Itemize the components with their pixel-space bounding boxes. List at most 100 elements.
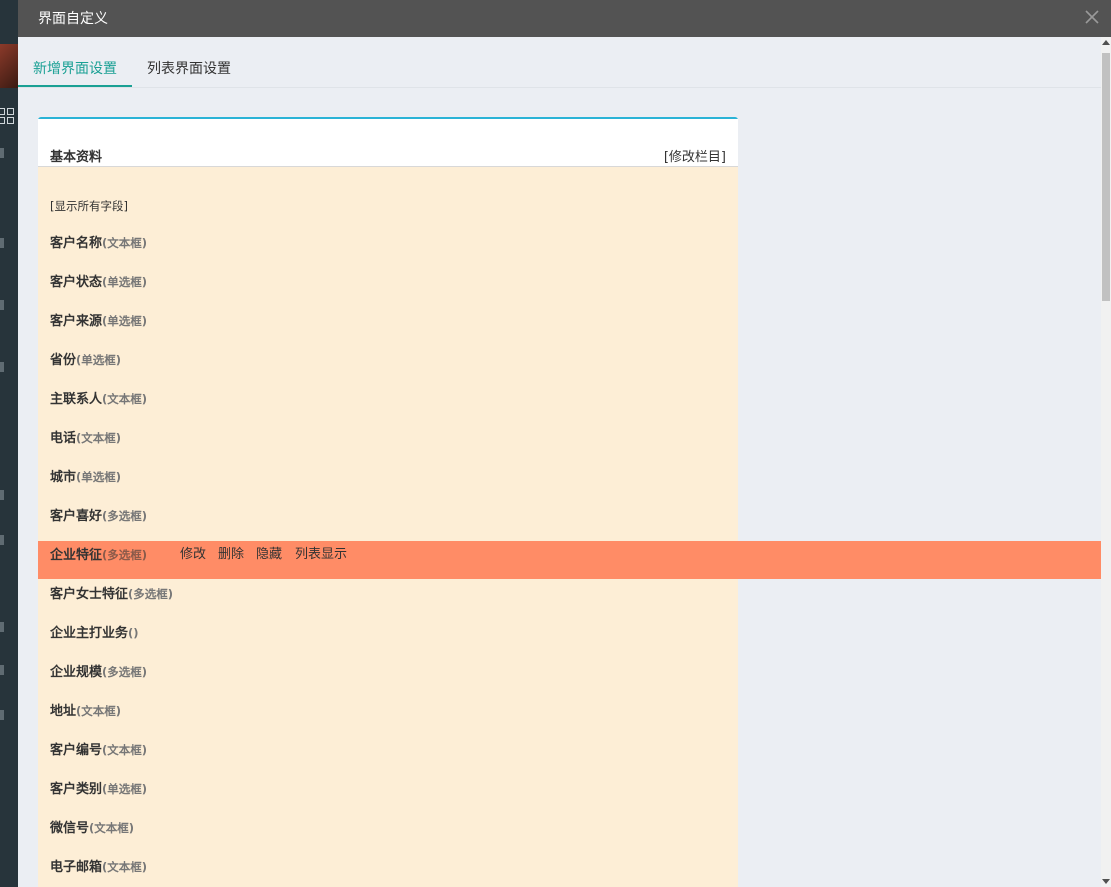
field-label: 微信号(文本框) xyxy=(50,817,134,836)
scroll-up-icon[interactable] xyxy=(1102,40,1110,45)
field-type: (文本框) xyxy=(89,821,135,835)
field-label: 电子邮箱(文本框) xyxy=(50,856,147,875)
tab-add-view-settings[interactable]: 新增界面设置 xyxy=(33,58,117,78)
field-row[interactable]: 主联系人(文本框) xyxy=(38,388,738,427)
field-label: 客户状态(单选框) xyxy=(50,271,147,290)
field-row[interactable]: 电子邮箱(文本框) xyxy=(38,856,738,887)
field-name: 微信号 xyxy=(50,821,90,836)
dialog-header: 界面自定义 xyxy=(18,0,1111,37)
menu-icon xyxy=(0,148,4,158)
field-name: 城市 xyxy=(50,470,77,485)
field-type: (文本框) xyxy=(102,743,148,757)
avatar xyxy=(0,44,18,88)
field-name: 企业规模 xyxy=(50,665,103,680)
field-name: 客户女士特征 xyxy=(50,587,129,602)
field-type: (文本框) xyxy=(102,860,148,874)
field-name: 企业特征 xyxy=(50,548,103,563)
field-label: 地址(文本框) xyxy=(50,700,121,719)
field-type: (单选框) xyxy=(102,782,148,796)
field-row[interactable]: 省份(单选框) xyxy=(38,349,738,388)
field-row[interactable]: 客户类别(单选框) xyxy=(38,778,738,817)
menu-icon xyxy=(0,535,4,545)
edit-field-button[interactable]: 修改 xyxy=(180,543,206,562)
active-tab-indicator xyxy=(18,85,132,87)
customize-interface-dialog: 界面自定义 新增界面设置 列表界面设置 基本资料 [修改栏目] [显示所有字段]… xyxy=(18,0,1111,887)
field-name: 客户来源 xyxy=(50,314,103,329)
show-all-fields-link[interactable]: [显示所有字段] xyxy=(50,198,128,214)
field-name: 主联系人 xyxy=(50,392,103,407)
menu-icon xyxy=(0,490,4,500)
scroll-thumb[interactable] xyxy=(1102,53,1110,301)
field-row[interactable]: 电话(文本框) xyxy=(38,427,738,466)
field-name: 客户编号 xyxy=(50,743,103,758)
edit-columns-link[interactable]: [修改栏目] xyxy=(664,146,726,165)
field-type: (文本框) xyxy=(76,704,122,718)
dialog-title: 界面自定义 xyxy=(38,11,108,27)
background-sidebar xyxy=(0,0,18,887)
menu-icon xyxy=(0,665,4,675)
field-label: 客户编号(文本框) xyxy=(50,739,147,758)
menu-icon xyxy=(0,622,4,632)
hide-field-button[interactable]: 隐藏 xyxy=(256,543,282,562)
field-type: () xyxy=(128,626,139,640)
field-row[interactable]: 地址(文本框) xyxy=(38,700,738,739)
delete-field-button[interactable]: 删除 xyxy=(218,543,244,562)
field-row[interactable]: 客户名称(文本框) xyxy=(38,232,738,271)
field-row[interactable]: 微信号(文本框) xyxy=(38,817,738,856)
field-type: (单选框) xyxy=(102,314,148,328)
field-label: 企业主打业务() xyxy=(50,622,139,641)
field-row[interactable]: 企业规模(多选框) xyxy=(38,661,738,700)
field-row[interactable]: 客户喜好(多选框) xyxy=(38,505,738,544)
field-name: 客户名称 xyxy=(50,236,103,251)
basic-info-panel: 基本资料 [修改栏目] [显示所有字段] 客户名称(文本框) 客户状态(单选框) 客… xyxy=(38,117,738,887)
field-label: 企业规模(多选框) xyxy=(50,661,147,680)
field-label: 客户类别(单选框) xyxy=(50,778,147,797)
field-name: 企业主打业务 xyxy=(50,626,129,641)
scroll-down-icon[interactable] xyxy=(1102,879,1110,884)
field-type: (多选框) xyxy=(102,665,148,679)
field-label: 客户名称(文本框) xyxy=(50,232,147,251)
field-label: 客户喜好(多选框) xyxy=(50,505,147,524)
field-type: (单选框) xyxy=(102,275,148,289)
field-type: (文本框) xyxy=(102,236,148,250)
panel-title: 基本资料 xyxy=(50,150,103,165)
field-type: (多选框) xyxy=(102,509,148,523)
field-row[interactable]: 企业主打业务() xyxy=(38,622,738,661)
field-type: (文本框) xyxy=(102,392,148,406)
field-name: 客户类别 xyxy=(50,782,103,797)
field-name: 省份 xyxy=(50,353,77,368)
tab-list-view-settings[interactable]: 列表界面设置 xyxy=(147,58,231,78)
field-label: 企业特征(多选框) xyxy=(50,544,147,563)
field-name: 地址 xyxy=(50,704,77,719)
grid-menu-icon xyxy=(0,108,18,128)
list-display-button[interactable]: 列表显示 xyxy=(295,543,347,562)
field-label: 客户来源(单选框) xyxy=(50,310,147,329)
field-type: (多选框) xyxy=(128,587,174,601)
vertical-scrollbar[interactable] xyxy=(1101,37,1111,887)
field-type: (单选框) xyxy=(76,353,122,367)
field-name: 电子邮箱 xyxy=(50,860,103,875)
field-label: 客户女士特征(多选框) xyxy=(50,583,173,602)
field-row[interactable]: 客户来源(单选框) xyxy=(38,310,738,349)
field-type: (多选框) xyxy=(102,548,148,562)
field-row[interactable]: 城市(单选框) xyxy=(38,466,738,505)
field-name: 电话 xyxy=(50,431,77,446)
tab-bar: 新增界面设置 列表界面设置 xyxy=(18,37,1101,88)
field-row[interactable]: 客户状态(单选框) xyxy=(38,271,738,310)
field-type: (文本框) xyxy=(76,431,122,445)
menu-icon xyxy=(0,710,4,720)
field-name: 客户状态 xyxy=(50,275,103,290)
field-row[interactable]: 客户女士特征(多选框) xyxy=(38,583,738,622)
menu-icon xyxy=(0,238,4,248)
field-label: 主联系人(文本框) xyxy=(50,388,147,407)
highlighted-field-row[interactable]: 企业特征(多选框) 修改 删除 隐藏 列表显示 xyxy=(38,541,1101,579)
panel-header: 基本资料 [修改栏目] xyxy=(38,119,738,167)
close-icon xyxy=(1085,10,1099,24)
menu-icon xyxy=(0,362,4,372)
close-button[interactable] xyxy=(1081,6,1103,28)
field-label: 电话(文本框) xyxy=(50,427,121,446)
field-name: 客户喜好 xyxy=(50,509,103,524)
field-row[interactable]: 客户编号(文本框) xyxy=(38,739,738,778)
field-label: 省份(单选框) xyxy=(50,349,121,368)
menu-icon xyxy=(0,300,4,310)
